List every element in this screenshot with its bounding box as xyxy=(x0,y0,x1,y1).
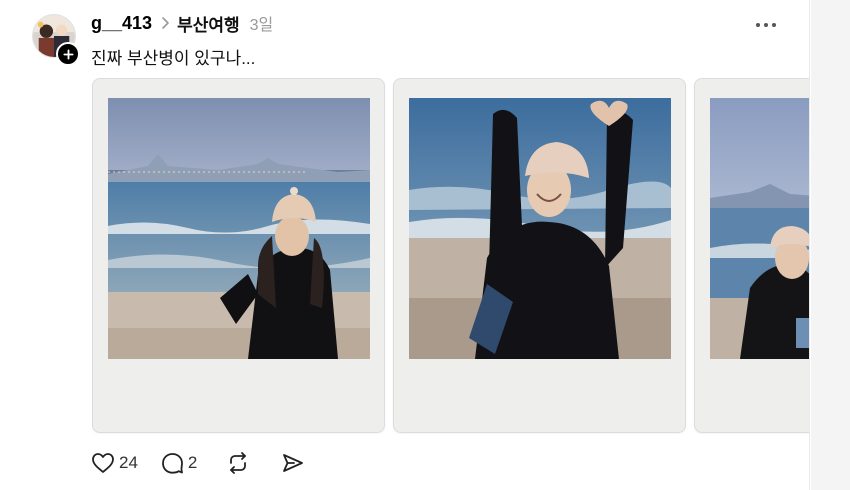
comment-icon xyxy=(162,453,183,474)
post-header: g__413 부산여행 3일 xyxy=(91,11,273,35)
photo-image xyxy=(108,98,370,359)
photo-image xyxy=(409,98,671,359)
repost-icon xyxy=(230,452,247,474)
follow-button[interactable] xyxy=(56,42,80,66)
action-bar: 24 2 xyxy=(91,450,304,476)
photo-image xyxy=(710,98,809,359)
share-button[interactable] xyxy=(281,452,304,474)
heart-icon xyxy=(92,453,114,473)
more-icon xyxy=(756,23,760,27)
page-background xyxy=(811,0,850,490)
timestamp: 3일 xyxy=(249,17,274,34)
reply-count: 2 xyxy=(187,453,198,472)
media-carousel[interactable] xyxy=(92,78,809,434)
reply-button[interactable]: 2 xyxy=(161,452,197,474)
share-icon xyxy=(283,454,304,472)
post-text: 진짜 부산병이 있구나... xyxy=(91,49,256,68)
chevron-right-icon xyxy=(162,17,169,29)
post-card: g__413 부산여행 3일 진짜 부산병이 있구나... 24 2 xyxy=(0,0,810,490)
photo-card[interactable] xyxy=(694,78,809,433)
like-count: 24 xyxy=(119,453,138,472)
plus-icon xyxy=(62,48,74,60)
like-button[interactable]: 24 xyxy=(91,452,138,474)
topic-tag[interactable]: 부산여행 xyxy=(177,11,240,36)
photo-card[interactable] xyxy=(393,78,686,433)
username[interactable]: g__413 xyxy=(91,13,152,34)
photo-card[interactable] xyxy=(92,78,385,433)
more-button[interactable] xyxy=(756,20,780,30)
repost-button[interactable] xyxy=(226,451,250,475)
